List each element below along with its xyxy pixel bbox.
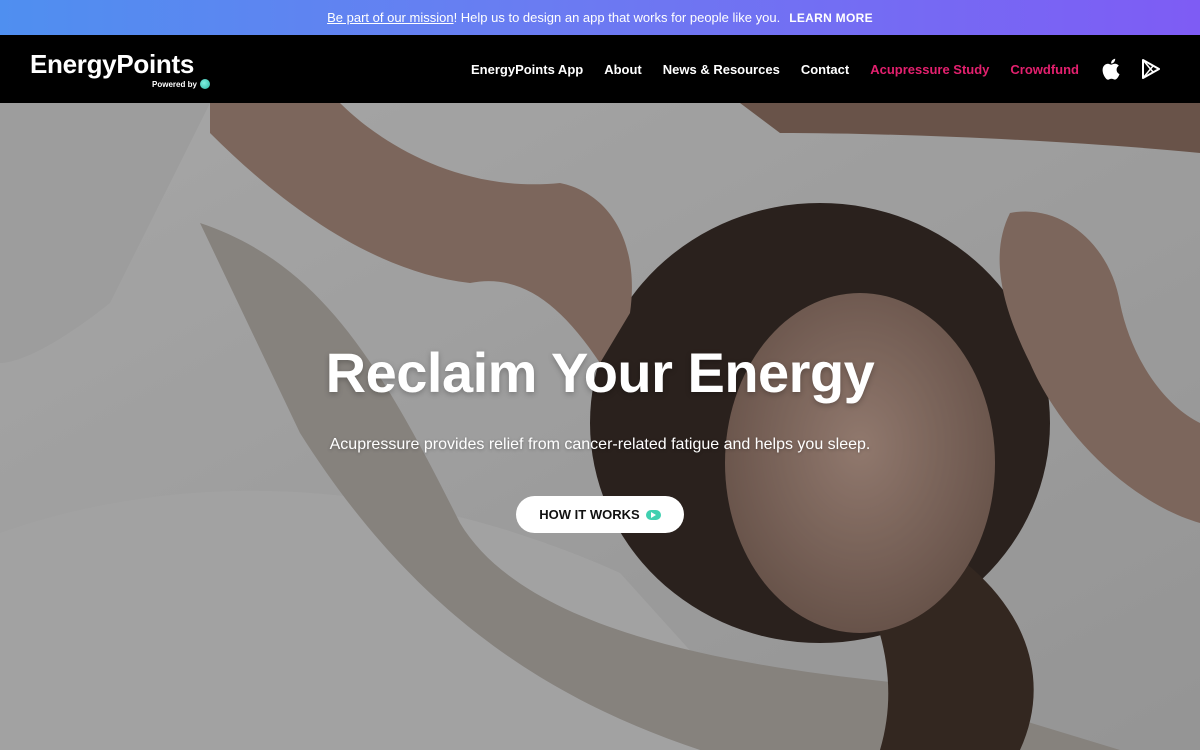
play-icon	[645, 509, 661, 520]
main-nav: EnergyPoints App About News & Resources …	[450, 35, 1160, 103]
nav-contact[interactable]: Contact	[801, 62, 849, 77]
learn-more-link[interactable]: LEARN MORE	[789, 11, 873, 25]
nav-energypoints-app[interactable]: EnergyPoints App	[471, 62, 583, 77]
site-header: EnergyPoints Powered by EnergyPoints App…	[0, 35, 1200, 103]
apple-icon[interactable]	[1101, 58, 1120, 80]
hero-subtitle: Acupressure provides relief from cancer-…	[329, 436, 871, 453]
powered-by: Powered by	[152, 79, 210, 89]
nav-about[interactable]: About	[604, 62, 642, 77]
brand-logo[interactable]: EnergyPoints Powered by	[30, 49, 210, 93]
nav-news-resources[interactable]: News & Resources	[663, 62, 780, 77]
nav-acupressure-study[interactable]: Acupressure Study	[870, 62, 989, 77]
powered-by-label: Powered by	[152, 79, 197, 89]
announcement-bar: Be part of our mission ! Help us to desi…	[0, 0, 1200, 35]
google-play-icon[interactable]	[1142, 59, 1160, 79]
how-it-works-button[interactable]: HOW IT WORKS	[516, 496, 684, 533]
hero-overlay	[0, 103, 1200, 750]
mission-link[interactable]: Be part of our mission	[327, 10, 453, 25]
announcement-message: ! Help us to design an app that works fo…	[453, 10, 781, 25]
partner-logo-icon	[199, 79, 210, 89]
how-it-works-label: HOW IT WORKS	[539, 507, 640, 522]
hero-title: Reclaim Your Energy	[325, 341, 875, 404]
hero-section: Reclaim Your Energy Acupressure provides…	[0, 103, 1200, 750]
nav-crowdfund[interactable]: Crowdfund	[1010, 62, 1079, 77]
brand-name: EnergyPoints	[30, 49, 194, 79]
